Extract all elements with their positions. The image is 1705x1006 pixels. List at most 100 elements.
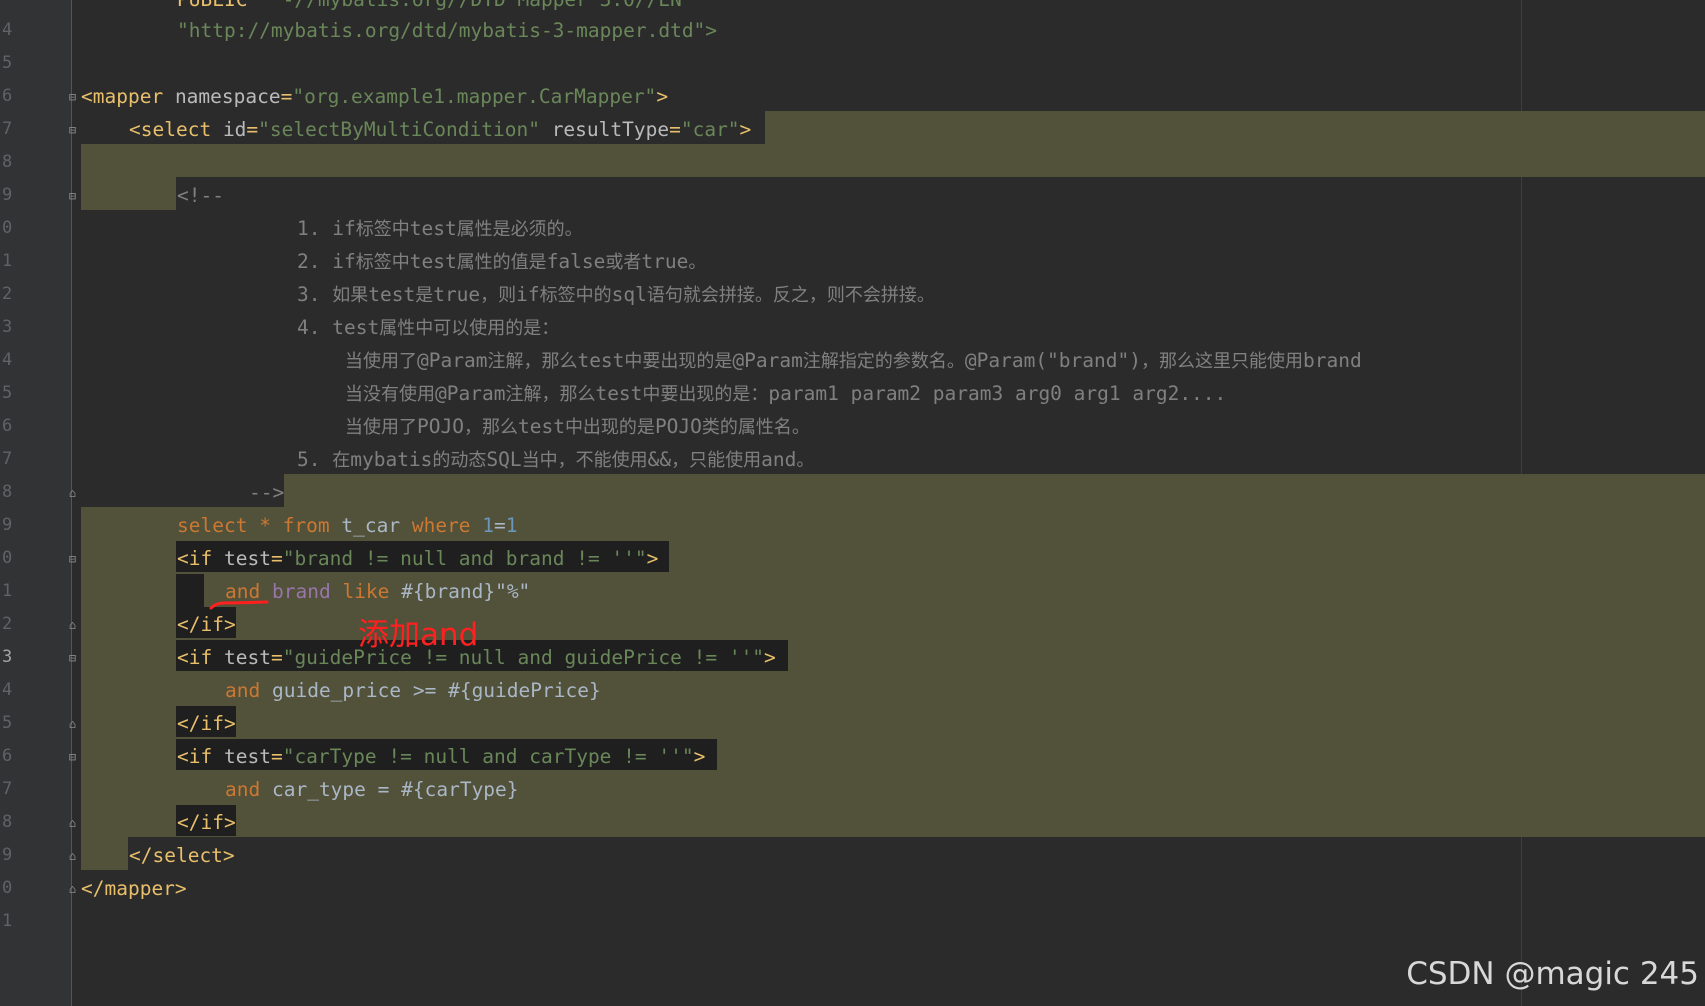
line-number: 9	[2, 845, 13, 865]
line-number: 6	[2, 416, 13, 436]
attr-eq: =	[669, 118, 681, 141]
attr-value: "carType != null and carType != ''"	[282, 745, 694, 768]
comment-text: POJO	[417, 415, 464, 438]
comment-line: 4. test属性中可以使用的是：	[81, 311, 559, 344]
comment-text: test	[517, 415, 565, 438]
comment-line: 2. if标签中test属性的值是false或者true。	[81, 245, 706, 278]
comment-text: test	[409, 217, 457, 240]
if-close-tag: </if>	[177, 712, 236, 735]
code-line: </mapper>	[81, 872, 187, 905]
sql-star: *	[247, 514, 283, 537]
code-line: and car_type = #{carType}	[81, 773, 519, 806]
line-number: 2	[2, 284, 13, 304]
sql-keyword: where	[411, 514, 471, 537]
select-close-tag: </select>	[129, 844, 235, 867]
attr-value: "selectByMultiCondition"	[258, 118, 540, 141]
if-close-tag: </if>	[177, 613, 236, 636]
fold-open-icon[interactable]: ⊟	[66, 652, 79, 665]
attr-eq: =	[246, 118, 259, 141]
comment-text: @Param("brand")	[964, 349, 1141, 372]
sql-keyword: from	[282, 514, 330, 537]
line-number: 6	[2, 86, 13, 106]
attr-eq: =	[270, 646, 283, 669]
line-number: 4	[2, 350, 13, 370]
comment-text: @Param	[732, 349, 803, 372]
sql-expression: car_type = #{carType}	[271, 778, 519, 801]
dtd-url: "http://mybatis.org/dtd/mybatis-3-mapper…	[177, 19, 718, 42]
fold-open-icon[interactable]: ⊟	[66, 124, 79, 137]
attr-value: "guidePrice != null and guidePrice != ''…	[282, 646, 765, 669]
comment-text: ，那么这里只能使用	[1140, 351, 1303, 372]
fold-end-icon[interactable]: ⌂	[66, 718, 79, 731]
comment-line: <!--	[81, 179, 224, 212]
fold-end-icon[interactable]: ⌂	[66, 883, 79, 896]
fold-end-icon[interactable]: ⌂	[66, 817, 79, 830]
code-line: <select id="selectByMultiCondition" resu…	[81, 113, 751, 146]
fold-open-icon[interactable]: ⊟	[66, 553, 79, 566]
attr-eq: =	[280, 85, 293, 108]
if-open-tag: <if	[177, 547, 213, 570]
comment-text: test	[368, 283, 416, 306]
attr-value: "org.example1.mapper.CarMapper"	[292, 85, 657, 108]
comment-text: 注解，那么	[487, 351, 578, 372]
sql-keyword: select	[177, 514, 248, 537]
comment-line: 当使用了@Param注解，那么test中要出现的是@Param注解指定的参数名。…	[81, 344, 1362, 377]
code-line: </if>	[81, 806, 236, 839]
attr-name: test	[223, 745, 271, 768]
comment-text: if	[332, 217, 356, 240]
line-number: 6	[2, 746, 13, 766]
attr-name: id	[222, 118, 247, 141]
fold-end-icon[interactable]: ⌂	[66, 619, 79, 632]
comment-text: @Param	[435, 382, 506, 405]
tag-close: >	[739, 118, 752, 141]
comment-text: 或者	[605, 252, 642, 273]
code-line: and brand like #{brand}"%"	[81, 575, 530, 608]
tag-close: >	[693, 745, 706, 768]
comment-text: 注解指定的参数名。	[802, 351, 965, 372]
comment-text: 。	[796, 450, 815, 471]
scope-highlight	[284, 474, 1705, 507]
comment-text: 语句就会拼接。反之，则不会拼接。	[646, 285, 935, 306]
comment-line: 当没有使用@Param注解，那么test中要出现的是：param1 param2…	[81, 377, 1226, 410]
attr-name: test	[223, 646, 271, 669]
fold-open-icon[interactable]: ⊟	[66, 91, 79, 104]
comment-text: 标签中	[355, 219, 410, 240]
fold-open-icon[interactable]: ⊟	[66, 190, 79, 203]
line-number: 0	[2, 218, 13, 238]
comment-text: mybatis	[350, 448, 433, 471]
code-line: "http://mybatis.org/dtd/mybatis-3-mapper…	[81, 14, 717, 47]
comment-text: test	[332, 316, 380, 339]
attr-value: "car"	[680, 118, 740, 141]
comment-text: 类的属性名。	[701, 417, 810, 438]
comment-text: if	[332, 250, 356, 273]
comment-text: ，那么	[463, 417, 518, 438]
attr-name: namespace	[174, 85, 281, 108]
fold-open-icon[interactable]: ⊟	[66, 751, 79, 764]
if-open-tag: <if	[177, 745, 213, 768]
scope-highlight	[765, 111, 1705, 144]
line-number: 1	[2, 911, 13, 931]
attr-name: resultType	[551, 118, 670, 141]
line-number: 5	[2, 383, 13, 403]
if-close-tag: </if>	[177, 811, 236, 834]
doctype-public: PUBLIC	[177, 0, 247, 11]
line-number-gutter: 4 5 6 7 8 9 0 1 2 3 4 5 6 7 8 9 0 1 2 3 …	[0, 0, 76, 1006]
line-number: 7	[2, 449, 13, 469]
tag-close: >	[764, 646, 776, 669]
sql-table: t_car	[329, 514, 412, 537]
attr-eq: =	[270, 547, 283, 570]
fold-end-icon[interactable]: ⌂	[66, 850, 79, 863]
comment-text: param1 param2 param3 arg0 arg1 arg2....	[768, 382, 1227, 405]
comment-text: 中要出现的是	[624, 351, 733, 372]
attr-name: test	[223, 547, 271, 570]
code-line: </select>	[81, 839, 235, 872]
tag-close: >	[656, 85, 669, 108]
line-number: 9	[2, 515, 13, 535]
fold-end-icon[interactable]: ⌂	[66, 487, 79, 500]
comment-line: 当使用了POJO，那么test中出现的是POJO类的属性名。	[81, 410, 810, 443]
line-number: 4	[2, 20, 13, 40]
line-number: 1	[2, 581, 13, 601]
comment-text: ，则	[480, 285, 517, 306]
comment-line: 1. if标签中test属性是必须的。	[81, 212, 583, 245]
